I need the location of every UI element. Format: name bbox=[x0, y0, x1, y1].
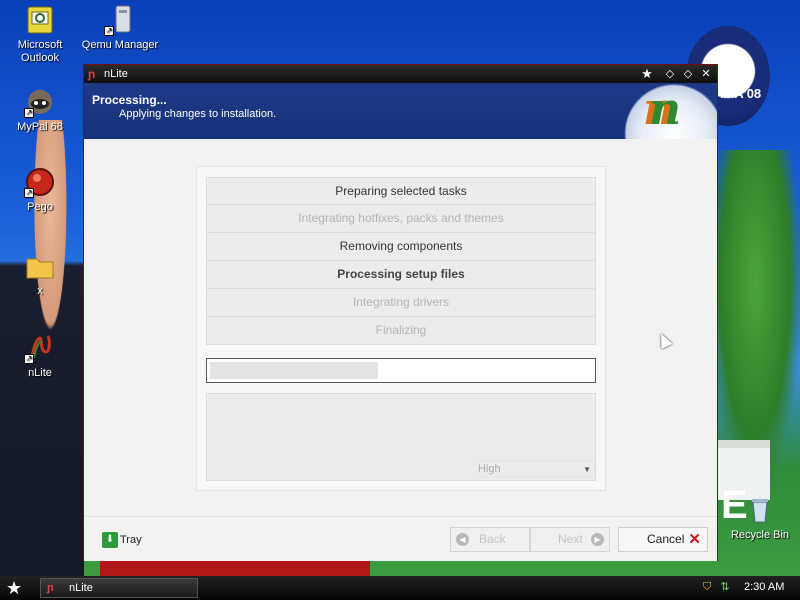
desktop-icon-mypal[interactable]: ↗ MyPal 68 bbox=[0, 86, 80, 134]
task-list: Preparing selected tasks Integrating hot… bbox=[206, 177, 596, 345]
tray-icon: ⬇ bbox=[102, 532, 118, 549]
wizard-content: Preparing selected tasks Integrating hot… bbox=[84, 139, 717, 516]
taskbar: ★ ɲ nLite ⛉ ⇅ 2:30 AM bbox=[0, 576, 800, 600]
task-item: Finalizing bbox=[206, 317, 596, 345]
shortcut-arrow-icon: ↗ bbox=[24, 188, 34, 198]
clock[interactable]: 2:30 AM bbox=[744, 581, 784, 593]
wizard-header: Processing... Applying changes to instal… bbox=[84, 83, 717, 139]
wizard-subtitle: Applying changes to installation. bbox=[119, 108, 277, 120]
shortcut-arrow-icon: ↗ bbox=[104, 26, 114, 36]
shortcut-arrow-icon: ↗ bbox=[24, 354, 34, 364]
tray-label: Tray bbox=[120, 534, 142, 546]
mypal-icon: ↗ bbox=[24, 86, 56, 118]
wallpaper-tree bbox=[710, 150, 800, 480]
desktop-icon-label: Recycle Bin bbox=[730, 529, 790, 541]
back-arrow-icon: ◀ bbox=[456, 533, 469, 546]
security-shield-icon[interactable]: ⛉ bbox=[700, 580, 714, 594]
back-label: Back bbox=[479, 532, 506, 546]
progress-fill bbox=[210, 362, 378, 379]
chevron-down-icon: ▼ bbox=[583, 465, 591, 474]
desktop-icon-label: Qemu Manager bbox=[81, 39, 159, 51]
desktop-icon-qemu-manager[interactable]: ↗ Qemu Manager bbox=[80, 4, 160, 52]
next-arrow-icon: ▶ bbox=[591, 533, 604, 546]
task-item: Integrating drivers bbox=[206, 289, 596, 317]
task-item: Preparing selected tasks bbox=[206, 177, 596, 205]
nlite-logo: nn bbox=[621, 83, 717, 139]
maximize-button[interactable]: ◇ bbox=[681, 67, 695, 81]
window-title: nLite bbox=[104, 68, 128, 80]
shortcut-arrow-icon: ↗ bbox=[24, 108, 34, 118]
qemu-manager-icon: ↗ bbox=[104, 4, 136, 36]
recycle-bin-icon bbox=[744, 494, 776, 526]
window-titlebar[interactable]: ɲ nLite ★ ◇ ◇ ✕ bbox=[84, 65, 717, 83]
pego-icon: ↗ bbox=[24, 166, 56, 198]
taskbar-item-label: nLite bbox=[69, 582, 93, 594]
progress-bar bbox=[206, 358, 596, 383]
network-icon[interactable]: ⇅ bbox=[718, 580, 732, 594]
nlite-icon: ɲ bbox=[47, 582, 54, 594]
folder-icon bbox=[24, 250, 56, 282]
minimize-button[interactable]: ◇ bbox=[663, 67, 677, 81]
desktop-icon-folder-x[interactable]: x bbox=[0, 250, 80, 298]
outlook-icon bbox=[24, 4, 56, 36]
nlite-icon: ɲ bbox=[88, 67, 96, 81]
priority-value: High bbox=[478, 463, 501, 475]
desktop-icon-outlook[interactable]: Microsoft Outlook bbox=[0, 4, 80, 65]
desktop-icon-label: MyPal 68 bbox=[17, 121, 63, 133]
task-item: Processing setup files bbox=[206, 261, 596, 289]
task-item: Removing components bbox=[206, 233, 596, 261]
desktop-icon-label: Microsoft Outlook bbox=[17, 39, 63, 64]
cancel-button[interactable]: Cancel ✕ bbox=[618, 527, 708, 552]
next-label: Next bbox=[558, 532, 583, 546]
close-icon: ✕ bbox=[688, 531, 701, 548]
processing-panel: Preparing selected tasks Integrating hot… bbox=[196, 166, 606, 491]
task-item: Integrating hotfixes, packs and themes bbox=[206, 205, 596, 233]
desktop-icon-nlite[interactable]: ↗ nLite bbox=[0, 332, 80, 380]
priority-dropdown[interactable]: High ▼ bbox=[473, 460, 595, 477]
desktop-icon-label: nLite bbox=[28, 367, 52, 379]
desktop-icon-recycle-bin[interactable]: Recycle Bin bbox=[720, 494, 800, 542]
desktop-icon-label: x bbox=[37, 285, 43, 297]
cancel-label: Cancel bbox=[647, 532, 685, 546]
star-icon[interactable]: ★ bbox=[640, 67, 654, 81]
wizard-footer: ⬇ Tray ◀ Back Next ▶ Cancel ✕ bbox=[84, 516, 717, 561]
desktop-icon-label: Pego bbox=[27, 201, 53, 213]
start-button[interactable]: ★ bbox=[6, 578, 28, 598]
nlite-window: ɲ nLite ★ ◇ ◇ ✕ Processing... Applying c… bbox=[83, 64, 718, 561]
taskbar-item-nlite[interactable]: ɲ nLite bbox=[40, 578, 198, 598]
wizard-title: Processing... bbox=[92, 93, 167, 107]
back-button[interactable]: ◀ Back bbox=[450, 527, 530, 552]
campaign-logo-text: AMA'08 bbox=[714, 86, 762, 101]
next-button[interactable]: Next ▶ bbox=[530, 527, 610, 552]
nlite-icon: ↗ bbox=[24, 332, 56, 364]
tray-button[interactable]: ⬇ Tray bbox=[102, 531, 142, 549]
close-button[interactable]: ✕ bbox=[699, 67, 713, 81]
log-area: High ▼ bbox=[206, 393, 596, 481]
desktop-icon-pego[interactable]: ↗ Pego bbox=[0, 166, 80, 214]
